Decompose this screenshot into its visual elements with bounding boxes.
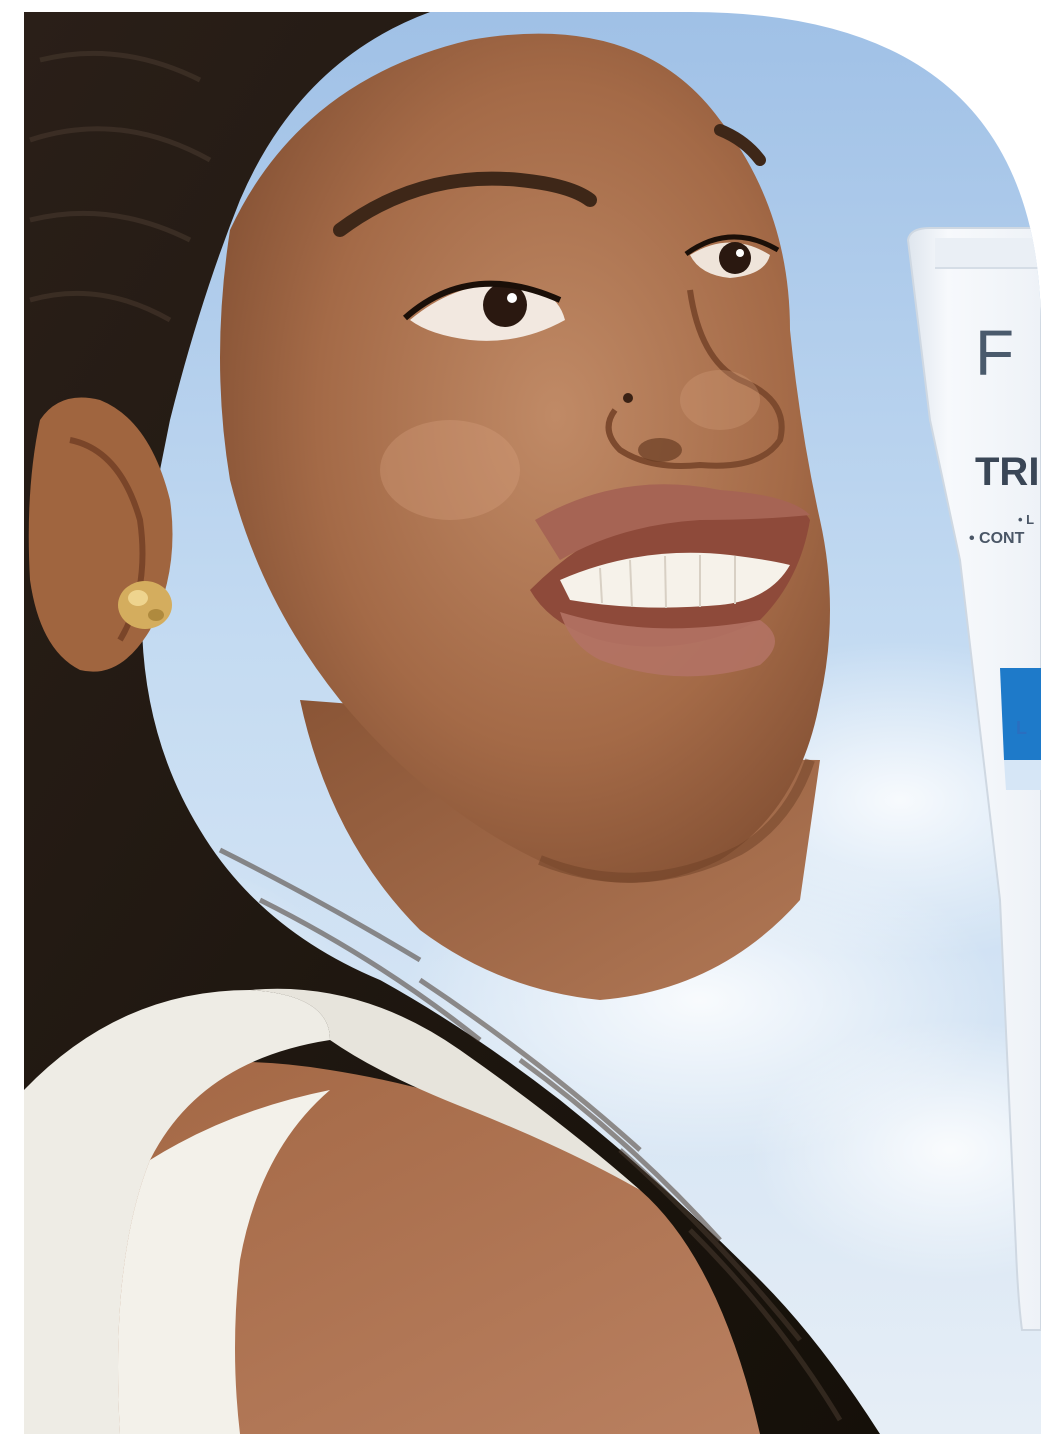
product-title-text: TRI [975,450,1040,494]
product-line1-text: • L [1018,512,1035,527]
product-line2-text: • CONT [969,530,1025,547]
earring [118,581,172,629]
photo-scene: F TRI • L • CONT L [0,0,1041,1434]
photo-illustration [0,0,1041,1434]
product-brand-text: F [975,317,1016,389]
product-band-text: L [1016,718,1027,738]
